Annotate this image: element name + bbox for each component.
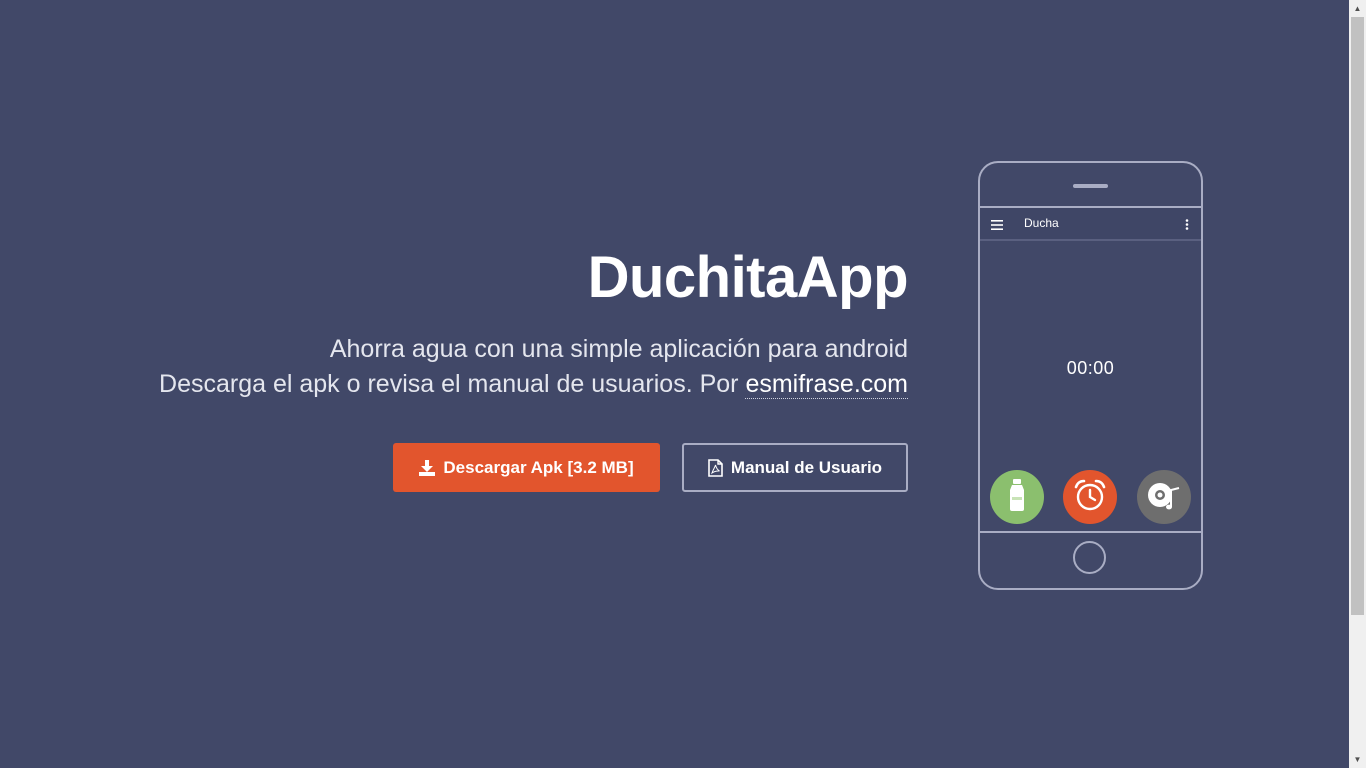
phone-speaker — [1073, 184, 1108, 188]
app-bar: Ducha — [980, 208, 1201, 241]
phone-mockup: Ducha 00:00 — [978, 161, 1203, 590]
water-bottle-button[interactable] — [990, 470, 1044, 524]
shower-timer: 00:00 — [1066, 358, 1115, 378]
landing-page: DuchitaApp Ahorra agua con una simple ap… — [0, 0, 1366, 768]
user-manual-button[interactable]: Manual de Usuario — [682, 443, 908, 492]
hero-description: Descarga el apk o revisa el manual de us… — [159, 370, 908, 399]
phone-screen: Ducha 00:00 — [980, 206, 1201, 533]
hamburger-menu-icon[interactable] — [991, 217, 1003, 235]
hero-subtitle: Ahorra agua con una simple aplicación pa… — [329, 335, 908, 363]
esmifrase-link[interactable]: esmifrase.com — [745, 370, 908, 399]
bottle-icon — [1007, 478, 1027, 516]
music-button[interactable] — [1137, 470, 1191, 524]
download-apk-label: Descargar Apk [3.2 MB] — [443, 457, 634, 477]
phone-app-title: Ducha — [1024, 216, 1059, 230]
scroll-down-arrow-icon[interactable]: ▼ — [1349, 751, 1366, 768]
download-apk-button[interactable]: Descargar Apk [3.2 MB] — [393, 443, 660, 492]
vertical-scrollbar[interactable]: ▲ ▼ — [1349, 0, 1366, 768]
app-title: DuchitaApp — [587, 245, 909, 310]
more-vert-icon[interactable] — [1185, 217, 1189, 235]
hero-description-text: Descarga el apk o revisa el manual de us… — [159, 370, 746, 398]
music-disc-icon — [1146, 480, 1182, 515]
pdf-file-icon — [708, 458, 723, 477]
scrollbar-thumb[interactable] — [1351, 17, 1364, 615]
phone-home-button — [1073, 541, 1106, 574]
download-icon — [419, 459, 436, 476]
alarm-clock-icon — [1073, 478, 1107, 517]
user-manual-label: Manual de Usuario — [730, 457, 883, 477]
scroll-up-arrow-icon[interactable]: ▲ — [1349, 0, 1366, 17]
alarm-button[interactable] — [1063, 470, 1117, 524]
